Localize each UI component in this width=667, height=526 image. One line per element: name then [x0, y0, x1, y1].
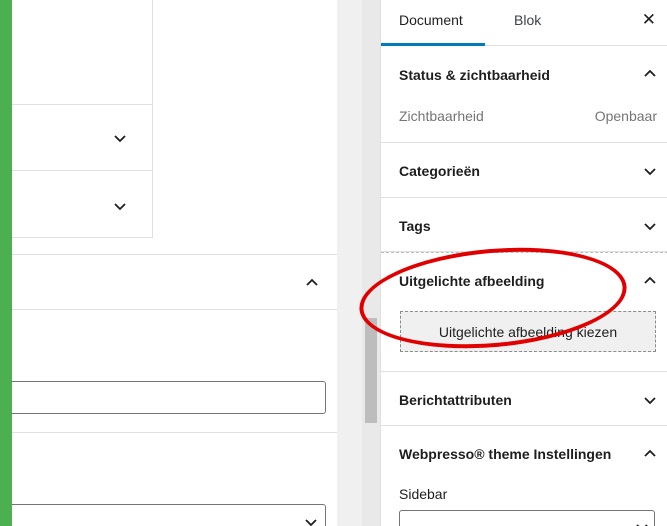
window-frame	[0, 0, 12, 526]
panel-title[interactable]: Status & zichtbaarheid	[399, 67, 550, 83]
close-icon[interactable]: ✕	[642, 10, 656, 30]
chevron-down-icon[interactable]	[644, 164, 656, 182]
panel-tags[interactable]: Tags	[381, 198, 667, 252]
panel-title[interactable]: Webpresso® theme Instellingen	[399, 446, 611, 462]
chevron-up-icon[interactable]	[644, 67, 656, 85]
chevron-down-icon[interactable]	[114, 132, 126, 144]
chevron-down-icon	[636, 521, 648, 526]
panel-title[interactable]: Uitgelichte afbeelding	[399, 273, 544, 289]
meta-row-1[interactable]	[12, 104, 153, 170]
visibility-label: Zichtbaarheid	[399, 108, 484, 124]
editor-main-area	[12, 0, 337, 526]
chevron-up-icon[interactable]	[644, 274, 656, 292]
meta-box-top	[12, 0, 153, 238]
meta-row-2[interactable]	[12, 170, 153, 238]
meta-panel-header[interactable]	[12, 254, 337, 309]
settings-sidebar: Document Blok ✕ Status & zichtbaarheid Z…	[380, 0, 667, 526]
set-featured-image-button[interactable]: Uitgelichte afbeelding kiezen	[400, 311, 656, 352]
chevron-down-icon	[305, 516, 317, 526]
sidebar-select[interactable]	[399, 510, 655, 526]
panel-title[interactable]: Berichtattributen	[399, 392, 512, 408]
tab-block[interactable]: Blok	[514, 12, 541, 28]
tab-document[interactable]: Document	[399, 12, 463, 28]
panel-title[interactable]: Tags	[399, 218, 431, 234]
sidebar-field-label: Sidebar	[399, 486, 448, 502]
chevron-up-icon[interactable]	[306, 277, 318, 289]
panel-categories[interactable]: Categorieën	[381, 143, 667, 198]
panel-status-visibility: Status & zichtbaarheid Zichtbaarheid Ope…	[381, 46, 667, 143]
meta-text-input[interactable]	[12, 381, 326, 414]
visibility-value[interactable]: Openbaar	[595, 108, 657, 124]
panel-title[interactable]: Categorieën	[399, 163, 480, 179]
editor-gutter	[337, 0, 362, 526]
scrollbar[interactable]	[362, 0, 380, 526]
panel-post-attributes[interactable]: Berichtattributen	[381, 372, 667, 426]
chevron-down-icon[interactable]	[644, 393, 656, 411]
chevron-down-icon[interactable]	[114, 200, 126, 212]
sidebar-tabs: Document Blok ✕	[381, 0, 667, 46]
scrollbar-thumb[interactable]	[365, 318, 377, 423]
chevron-down-icon[interactable]	[644, 219, 656, 237]
chevron-up-icon[interactable]	[644, 447, 656, 465]
meta-select[interactable]	[12, 504, 326, 526]
